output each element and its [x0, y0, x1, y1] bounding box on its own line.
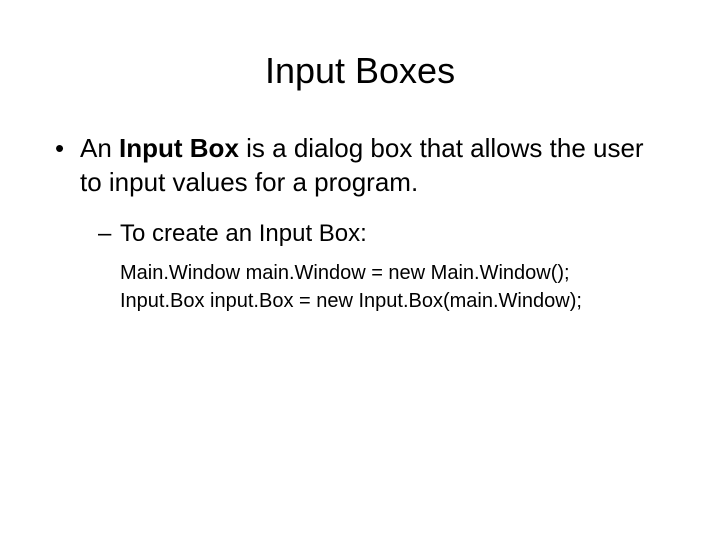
bullet-item-1: An Input Box is a dialog box that allows… — [50, 132, 670, 200]
slide-title: Input Boxes — [50, 50, 670, 92]
code-line-2: Input.Box input.Box = new Input.Box(main… — [50, 287, 670, 315]
bullet-item-2: To create an Input Box: — [50, 218, 670, 249]
bullet1-text-pre: An — [80, 133, 119, 163]
bullet1-text-bold: Input Box — [119, 133, 239, 163]
code-line-1: Main.Window main.Window = new Main.Windo… — [50, 259, 670, 287]
